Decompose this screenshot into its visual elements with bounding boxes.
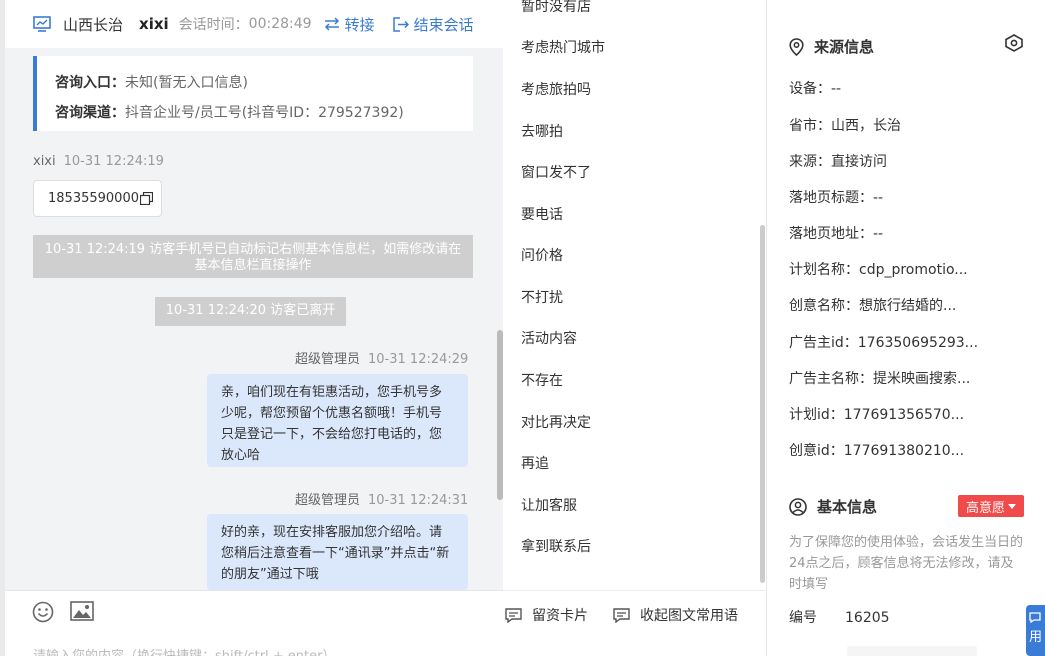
chat-input-area: 请输入您的内容（换行快捷键：shift/ctrl + enter）	[5, 590, 503, 656]
entry-value: 未知(暂无入口信息)	[125, 75, 248, 91]
visitor-info-panel: 来源信息 设备：-- 省市：山西，长治 来源：直接访问 落地页标题：-- 落地页…	[767, 0, 1045, 656]
quick-reply-item[interactable]: 让加客服	[521, 495, 577, 515]
customer-number-row: 编号 16205	[789, 607, 890, 627]
chat-icon	[1029, 612, 1041, 624]
transfer-label: 转接	[344, 15, 375, 34]
transfer-button[interactable]: 转接	[324, 14, 375, 35]
user-circle-icon	[789, 497, 807, 516]
message-meta: 超级管理员 10-31 12:24:31	[295, 489, 468, 508]
copy-icon[interactable]	[139, 192, 153, 205]
lead-card-label: 留资卡片	[532, 608, 588, 624]
visibility-icon[interactable]	[1004, 34, 1024, 52]
message-time: 10-31 12:24:19	[63, 154, 164, 169]
quick-reply-panel: 暂时没有店 考虑热门城市 考虑旅拍吗 去哪拍 窗口发不了 要电话 问价格 不打扰…	[503, 0, 767, 656]
source-region: 省市：山西，长治	[789, 118, 901, 134]
source-advertiser-id: 广告主id：176350695293...	[789, 335, 979, 351]
quick-reply-scrollbar[interactable]	[760, 225, 765, 583]
message-time: 10-31 12:24:29	[368, 352, 469, 367]
source-landing-title: 落地页标题：--	[789, 190, 884, 206]
source-creative-id: 创意id：177691380210...	[789, 443, 965, 459]
end-session-button[interactable]: 结束会话	[392, 14, 474, 35]
intent-level-label: 高意愿	[965, 500, 1005, 516]
basic-field-input[interactable]	[847, 646, 977, 656]
caret-down-icon	[1008, 503, 1016, 509]
phone-number: 18535590000	[48, 191, 139, 206]
source-plan-name: 计划名称：cdp_promotio...	[789, 262, 968, 278]
intent-level-dropdown[interactable]: 高意愿	[958, 495, 1024, 517]
phrases-icon	[613, 607, 630, 623]
source-origin: 来源：直接访问	[789, 154, 887, 170]
message-sender: 超级管理员	[295, 493, 361, 508]
duration-label: 会话时间：	[178, 17, 249, 33]
basic-section-title: 基本信息	[789, 496, 877, 517]
exit-icon	[392, 16, 409, 32]
source-plan-id: 计划id：177691356570...	[789, 407, 965, 423]
location-pin-icon	[789, 37, 804, 56]
source-advertiser-name: 广告主名称：提米映画搜索...	[789, 371, 971, 387]
collapse-phrases-button[interactable]: 收起图文常用语	[613, 605, 738, 625]
message-sender: 超级管理员	[295, 352, 361, 367]
agent-message: 好的亲，现在安排客服加您介绍哈。请您稍后注意查看一下“通讯录”并点击“新的朋友”…	[207, 514, 468, 590]
card-icon	[505, 607, 522, 623]
quick-reply-item[interactable]: 不打扰	[521, 287, 563, 307]
message-sender: xixi	[33, 154, 56, 169]
quick-reply-item[interactable]: 暂时没有店	[521, 0, 591, 16]
source-landing-url: 落地页地址：--	[789, 226, 884, 242]
visitor-name: xixi	[139, 15, 169, 33]
quick-reply-item[interactable]: 问价格	[521, 245, 563, 265]
image-icon[interactable]	[70, 601, 94, 621]
floating-tool-label: 用	[1029, 630, 1043, 645]
emoji-icon[interactable]	[32, 601, 54, 623]
channel-value: 抖音企业号/员工号(抖音号ID：279527392)	[125, 105, 404, 121]
chat-panel: 山西长治 xixi 会话时间： 00:28:49 转接 结束会话 咨询入口：未知…	[0, 0, 503, 656]
quick-reply-item[interactable]: 再追	[521, 453, 549, 473]
end-session-label: 结束会话	[413, 15, 474, 34]
basic-title-text: 基本信息	[817, 498, 878, 516]
visitor-location: 山西长治	[63, 15, 124, 34]
quick-reply-footer: 留资卡片 收起图文常用语	[503, 590, 766, 656]
system-notice: 10-31 12:24:19 访客手机号已自动标记右侧基本信息栏，如需修改请在基…	[33, 235, 473, 278]
quick-reply-item[interactable]: 去哪拍	[521, 121, 563, 141]
system-notice-left: 10-31 12:24:20 访客已离开	[155, 297, 346, 326]
quick-reply-item[interactable]: 要电话	[521, 204, 563, 224]
chat-header: 山西长治 xixi 会话时间： 00:28:49 转接 结束会话	[5, 0, 503, 48]
customer-number-label: 编号	[789, 610, 817, 626]
agent-message: 亲，咱们现在有钜惠活动，您手机号多少呢，帮您预留个优惠名额哦！手机号只是登记一下…	[207, 374, 468, 467]
source-section-title: 来源信息	[789, 36, 874, 57]
message-meta: 超级管理员 10-31 12:24:29	[295, 348, 468, 367]
source-device: 设备：--	[789, 81, 842, 97]
quick-reply-item[interactable]: 考虑热门城市	[521, 37, 605, 57]
floating-tool-button[interactable]: 用	[1026, 605, 1045, 656]
channel-label: 咨询渠道：	[55, 105, 125, 121]
session-duration: 00:28:49	[248, 16, 312, 32]
quick-reply-item[interactable]: 考虑旅拍吗	[521, 79, 591, 99]
quick-reply-item[interactable]: 对比再决定	[521, 412, 591, 432]
quick-reply-item[interactable]: 窗口发不了	[521, 162, 591, 182]
message-meta: xixi 10-31 12:24:19	[33, 154, 164, 169]
entry-row: 咨询入口：未知(暂无入口信息)	[55, 68, 473, 98]
message-time: 10-31 12:24:31	[368, 493, 469, 508]
phone-message: 18535590000	[33, 180, 162, 217]
consult-info-card: 咨询入口：未知(暂无入口信息) 咨询渠道：抖音企业号/员工号(抖音号ID：279…	[33, 56, 473, 131]
entry-label: 咨询入口：	[55, 75, 125, 91]
message-input[interactable]: 请输入您的内容（换行快捷键：shift/ctrl + enter）	[33, 645, 336, 656]
channel-row: 咨询渠道：抖音企业号/员工号(抖音号ID：279527392)	[55, 98, 473, 128]
lead-card-button[interactable]: 留资卡片	[505, 605, 588, 625]
collapse-phrases-label: 收起图文常用语	[640, 608, 738, 624]
monitor-icon	[33, 16, 51, 32]
quick-reply-item[interactable]: 活动内容	[521, 328, 577, 348]
quick-reply-item[interactable]: 不存在	[521, 370, 563, 390]
transfer-icon	[324, 17, 339, 31]
quick-reply-item[interactable]: 拿到联系后	[521, 536, 591, 556]
source-title-text: 来源信息	[814, 38, 875, 56]
customer-number-value: 16205	[845, 610, 890, 626]
source-creative-name: 创意名称：想旅行结婚的...	[789, 298, 957, 314]
edit-notice: 为了保障您的使用体验，会话发生当日的24点之后，顾客信息将无法修改，请及时填写	[789, 535, 1024, 592]
